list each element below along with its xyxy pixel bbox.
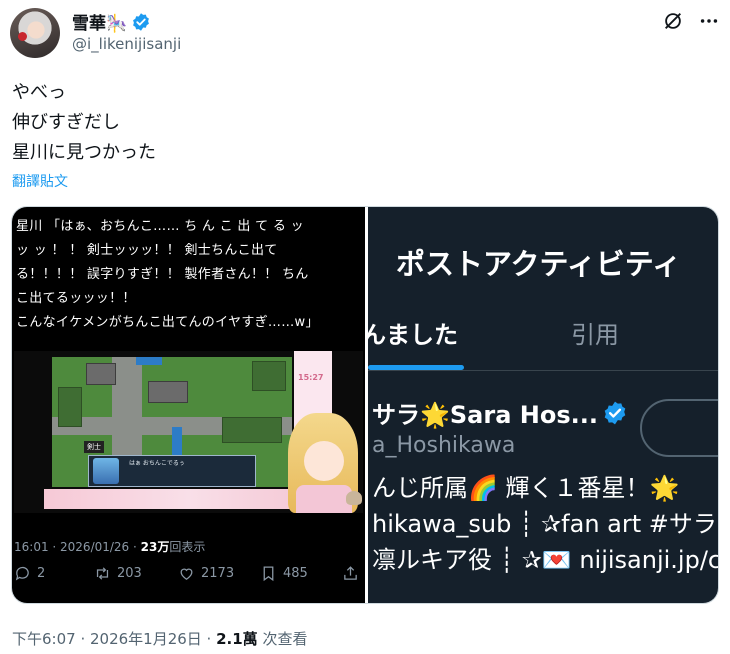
activity-user-bio-line: 凛ルキア役 ┊ ✰💌 nijisanji.jp/co — [372, 546, 719, 574]
like-button[interactable]: 2173 — [178, 565, 234, 582]
game-sign-label: 剣士 — [84, 441, 104, 453]
like-count: 2173 — [201, 566, 235, 581]
translate-post-link[interactable]: 翻譯貼文 — [12, 171, 68, 191]
tab-quoted-by: んました — [368, 321, 458, 349]
post-views: 2.1萬 — [216, 630, 258, 648]
author-name-row[interactable]: 雪華🎠 — [72, 9, 151, 34]
heart-icon — [180, 568, 193, 580]
tweet-text: やべっ 伸びすぎだし 星川に見つかった — [12, 78, 156, 168]
reply-button[interactable]: 2 — [14, 565, 45, 582]
activity-user-name: サラ🌟Sara Hos... — [372, 395, 628, 430]
share-button[interactable] — [342, 565, 359, 582]
more-options-icon[interactable] — [698, 10, 720, 32]
repost-icon — [96, 567, 109, 580]
reply-icon — [15, 566, 29, 581]
display-name[interactable]: 雪華🎠 — [72, 9, 127, 34]
verified-badge-icon — [604, 401, 626, 424]
media-image-quoted-post[interactable]: 星川 「はぁ、おちんこ…… ち ん こ 出 て る ッ ッ ッ ！ ！ 剣士ッッ… — [12, 207, 365, 603]
activity-user-handle: a_Hoshikawa — [372, 433, 516, 458]
post-footer: 下午6:07 · 2026年1月26日 · 2.1萬 次查看 — [12, 628, 307, 649]
quoted-post-views: 23万 — [140, 540, 170, 554]
game-screen: 剣士 はぁ おちんこでるぅ — [52, 357, 292, 487]
avatar[interactable] — [10, 8, 60, 58]
post-views-label: 次查看 — [257, 630, 308, 648]
follow-button: フ — [640, 399, 719, 457]
quote-line: る！！！！ 誤字りすぎ！！ 製作者さん！！ ちん — [16, 267, 309, 282]
bookmark-count: 485 — [283, 566, 308, 581]
tweet-line: 伸びすぎだし — [12, 112, 120, 133]
repost-count: 203 — [117, 566, 142, 581]
cat-icon — [346, 491, 362, 505]
author-handle[interactable]: @i_likenijisanji — [72, 35, 181, 53]
quote-line: 星川 「はぁ、おちんこ…… ち ん こ 出 て る ッ — [16, 219, 304, 234]
activity-user-bio-line: んじ所属🌈 輝く１番星！🌟 — [372, 474, 680, 502]
quoted-post-meta: 16:01 · 2026/01/26 · 23万回表示 — [14, 538, 205, 555]
quote-line: こ出てるッッッ！！ — [16, 291, 136, 306]
post-activity-title: ポストアクティビティ — [396, 247, 682, 281]
stream-video-thumbnail[interactable]: 剣士 はぁ おちんこでるぅ 15:27 — [14, 351, 363, 513]
quoted-post-text: 星川 「はぁ、おちんこ…… ち ん こ 出 て る ッ ッ ッ ！ ！ 剣士ッッ… — [16, 215, 361, 335]
follow-button-label: フ — [718, 413, 719, 445]
game-dialog-text: はぁ おちんこでるぅ — [129, 460, 185, 467]
activity-user-name-text: サラ🌟Sara Hos... — [372, 401, 598, 429]
tab-quotes: 引用 — [571, 321, 619, 349]
media-image-post-activity[interactable]: ポストアクティビティ んました 引用 サラ🌟Sara Hos... a_Hosh… — [368, 207, 719, 603]
tweet-line: 星川に見つかった — [12, 142, 156, 163]
share-icon — [344, 566, 357, 580]
tab-separator — [368, 370, 718, 371]
repost-button[interactable]: 203 — [94, 565, 142, 582]
quoted-post-views-label: 回表示 — [169, 540, 206, 554]
quoted-post-time: 16:01 · 2026/01/26 · — [14, 540, 141, 554]
bookmark-button[interactable]: 485 — [260, 565, 308, 582]
stream-clock: 15:27 — [298, 373, 324, 382]
quote-line: こんなイケメンがちんこ出てんのイヤすぎ……w」 — [16, 315, 319, 330]
quoted-post-actions: 2 203 2173 485 — [12, 565, 365, 589]
activity-user-bio-line: hikawa_sub ┊ ✰fan art #サラ — [372, 510, 717, 538]
game-dialog-box: はぁ おちんこでるぅ — [88, 455, 256, 487]
tweet-line: やべっ — [12, 82, 66, 103]
verified-badge-icon — [133, 12, 150, 31]
media-grid: 星川 「はぁ、おちんこ…… ち ん こ 出 て る ッ ッ ッ ！ ！ 剣士ッッ… — [11, 206, 719, 604]
quote-line: ッ ッ ！ ！ 剣士ッッッ！！ 剣士ちんこ出て — [16, 243, 278, 258]
post-timestamp[interactable]: 下午6:07 · 2026年1月26日 · — [12, 630, 216, 648]
bookmark-icon — [263, 566, 274, 582]
grok-icon[interactable] — [662, 10, 684, 32]
reply-count: 2 — [37, 566, 46, 581]
